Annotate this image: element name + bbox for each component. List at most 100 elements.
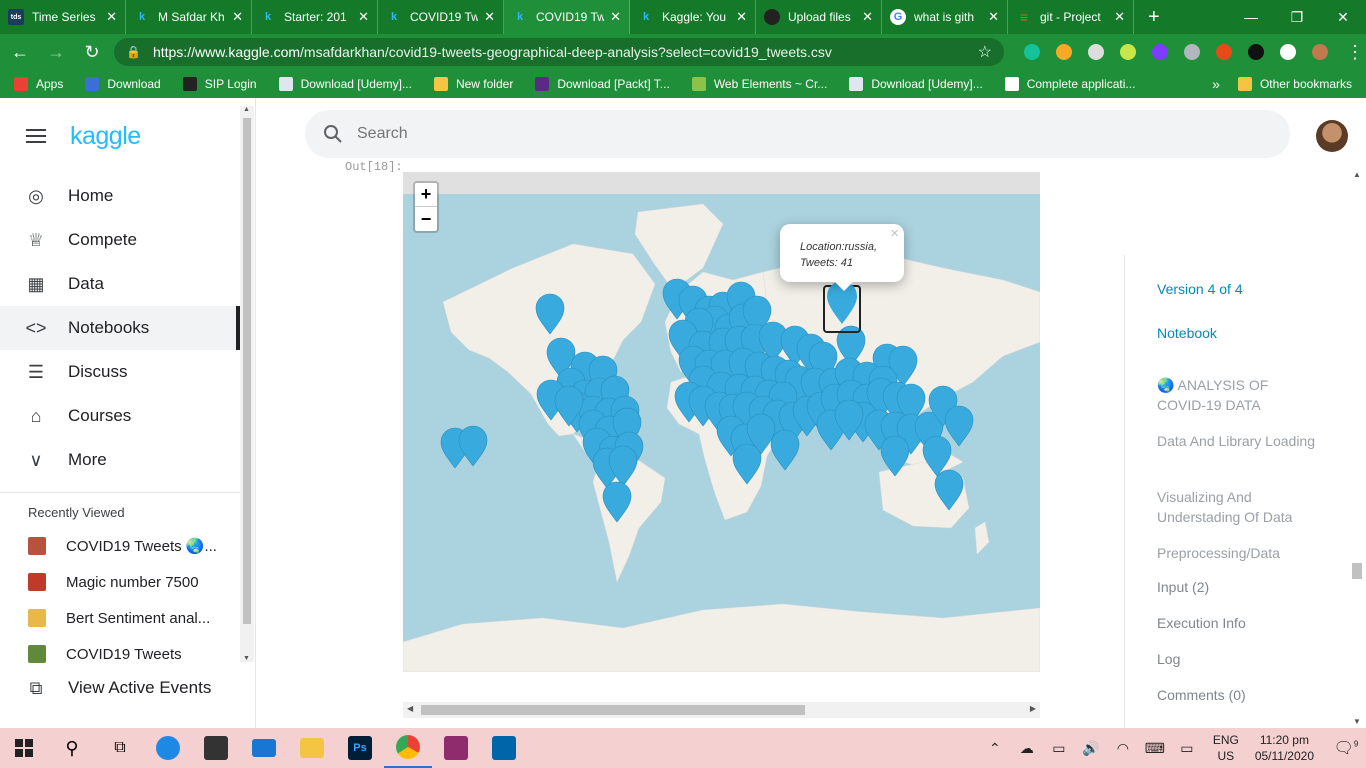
clock[interactable]: 11:20 pm 05/11/2020 <box>1255 732 1314 764</box>
onedrive-icon[interactable]: ☁ <box>1011 740 1043 757</box>
notification-center-icon[interactable]: 🗨9 <box>1326 738 1366 758</box>
tablet-mode-icon[interactable]: ▭ <box>1171 740 1203 757</box>
close-tab-icon[interactable]: ✕ <box>610 9 621 25</box>
mail-icon[interactable] <box>240 728 288 768</box>
wifi-icon[interactable]: ◠ <box>1107 740 1139 757</box>
sidebar-item-discuss[interactable]: ☰ Discuss <box>0 350 240 394</box>
user-avatar[interactable] <box>1316 120 1348 152</box>
close-window-button[interactable]: ✕ <box>1320 0 1366 34</box>
extension-icon[interactable] <box>1248 44 1264 60</box>
url-bar[interactable]: 🔒 https://www.kaggle.com/msafdarkhan/cov… <box>114 38 1004 66</box>
popup-close-icon[interactable]: × <box>890 226 899 242</box>
other-bookmarks[interactable]: Other bookmarks <box>1237 77 1352 91</box>
extension-icon[interactable] <box>1216 44 1232 60</box>
toc-execution-info[interactable]: Execution Info <box>1157 613 1317 633</box>
recently-viewed-item[interactable]: Bert Sentiment anal... <box>0 600 240 636</box>
bookmark-item[interactable]: Download [Packt] T... <box>535 77 670 91</box>
bookmark-star-icon[interactable]: ☆ <box>978 42 992 62</box>
zoom-in-button[interactable]: + <box>415 183 437 207</box>
sidebar-item-courses[interactable]: ⌂ Courses <box>0 394 240 438</box>
volume-icon[interactable]: 🔊 <box>1075 740 1107 757</box>
winrar-icon[interactable] <box>432 728 480 768</box>
map-marker[interactable] <box>770 429 800 471</box>
task-view-icon[interactable]: ⧉ <box>96 728 144 768</box>
close-tab-icon[interactable]: ✕ <box>1114 9 1125 25</box>
browser-tab[interactable]: tds Time Series ✕ <box>0 0 126 34</box>
map-marker[interactable] <box>458 425 488 467</box>
profile-avatar[interactable] <box>1312 44 1328 60</box>
back-button[interactable]: ← <box>4 42 36 63</box>
browser-menu-icon[interactable]: ⋮ <box>1346 42 1364 63</box>
close-tab-icon[interactable]: ✕ <box>232 9 243 25</box>
horizontal-scroll-thumb[interactable] <box>421 705 805 715</box>
new-tab-button[interactable]: + <box>1148 0 1160 34</box>
page-scroll-down-arrow[interactable]: ▼ <box>1353 717 1361 726</box>
sidebar-scrollbar[interactable]: ▲ ▼ <box>240 106 254 662</box>
kaggle-logo[interactable]: kaggle <box>70 122 141 151</box>
sidebar-item-compete[interactable]: ♕ Compete <box>0 218 240 262</box>
extension-icon[interactable] <box>1056 44 1072 60</box>
close-tab-icon[interactable]: ✕ <box>988 9 999 25</box>
browser-tab[interactable]: k Kaggle: You ✕ <box>630 0 756 34</box>
close-tab-icon[interactable]: ✕ <box>862 9 873 25</box>
forward-button[interactable]: → <box>40 42 72 63</box>
extension-icon[interactable] <box>1120 44 1136 60</box>
toc-log[interactable]: Log <box>1157 649 1317 669</box>
file-explorer-icon[interactable] <box>288 728 336 768</box>
browser-tab[interactable]: k M Safdar Kh ✕ <box>126 0 252 34</box>
toc-section-visualizing[interactable]: Visualizing And Understading Of Data <box>1157 487 1317 527</box>
scroll-up-arrow[interactable]: ▲ <box>243 106 250 113</box>
bookmark-item[interactable]: Web Elements ~ Cr... <box>691 77 827 91</box>
close-tab-icon[interactable]: ✕ <box>484 9 495 25</box>
hamburger-menu-icon[interactable] <box>26 125 46 147</box>
scroll-left-arrow[interactable]: ◀ <box>407 704 413 713</box>
close-tab-icon[interactable]: ✕ <box>736 9 747 25</box>
store-icon[interactable] <box>192 728 240 768</box>
browser-tab[interactable]: Gwhat is gith ✕ <box>882 0 1008 34</box>
toc-comments[interactable]: Comments (0) <box>1157 685 1317 705</box>
vscode-icon[interactable] <box>480 728 528 768</box>
toc-section-data-loading[interactable]: Data And Library Loading <box>1157 431 1317 451</box>
recently-viewed-item[interactable]: COVID19 Tweets <box>0 636 240 672</box>
maximize-button[interactable]: ❐ <box>1274 0 1320 34</box>
battery-icon[interactable]: ▭ <box>1043 740 1075 757</box>
edge-icon[interactable] <box>144 728 192 768</box>
chrome-icon[interactable] <box>384 728 432 768</box>
recently-viewed-item[interactable]: Magic number 7500 <box>0 564 240 600</box>
view-active-events-link[interactable]: ⧉ View Active Events <box>0 668 240 708</box>
keyboard-icon[interactable]: ⌨ <box>1139 740 1171 757</box>
toc-section-analysis[interactable]: 🌏 ANALYSIS OF COVID-19 DATA <box>1157 375 1317 415</box>
minimize-button[interactable]: — <box>1228 0 1274 34</box>
close-tab-icon[interactable]: ✕ <box>106 9 117 25</box>
sidebar-item-notebooks[interactable]: <> Notebooks <box>0 306 240 350</box>
zoom-out-button[interactable]: − <box>415 207 437 231</box>
bookmark-item[interactable]: Download <box>85 77 161 91</box>
scroll-down-arrow[interactable]: ▼ <box>243 655 250 662</box>
grammarly-extension-icon[interactable] <box>1024 44 1040 60</box>
page-scrollbar[interactable]: ▲ ▼ <box>1348 160 1366 728</box>
search-input[interactable] <box>357 125 1157 143</box>
search-icon[interactable]: ⚲ <box>48 728 96 768</box>
browser-tab[interactable]: k Starter: 201 ✕ <box>252 0 378 34</box>
world-map[interactable]: + − × Location:russia, Tweets: 41 <box>403 172 1040 672</box>
extension-icon[interactable] <box>1088 44 1104 60</box>
version-link[interactable]: Version 4 of 4 <box>1157 279 1317 299</box>
sidebar-scroll-thumb[interactable] <box>243 118 251 624</box>
map-marker[interactable] <box>944 405 974 447</box>
search-bar[interactable] <box>305 110 1290 158</box>
page-scroll-thumb[interactable] <box>1352 563 1362 579</box>
language-indicator[interactable]: ENG US <box>1213 732 1239 764</box>
bookmark-item[interactable]: New folder <box>433 77 513 91</box>
windows-start-icon[interactable] <box>0 728 48 768</box>
toc-notebook[interactable]: Notebook <box>1157 323 1317 343</box>
page-scroll-up-arrow[interactable]: ▲ <box>1353 170 1361 179</box>
reload-button[interactable]: ↻ <box>76 42 108 63</box>
photoshop-icon[interactable]: Ps <box>336 728 384 768</box>
bookmark-item[interactable]: Apps <box>14 77 63 91</box>
toc-section-preprocessing[interactable]: Preprocessing/Data Cleaning <box>1157 543 1317 565</box>
close-tab-icon[interactable]: ✕ <box>358 9 369 25</box>
scroll-right-arrow[interactable]: ▶ <box>1030 704 1036 713</box>
sidebar-item-home[interactable]: ◎ Home <box>0 174 240 218</box>
shield-extension-icon[interactable] <box>1184 44 1200 60</box>
browser-tab[interactable]: k COVID19 Tw ✕ <box>504 0 630 34</box>
